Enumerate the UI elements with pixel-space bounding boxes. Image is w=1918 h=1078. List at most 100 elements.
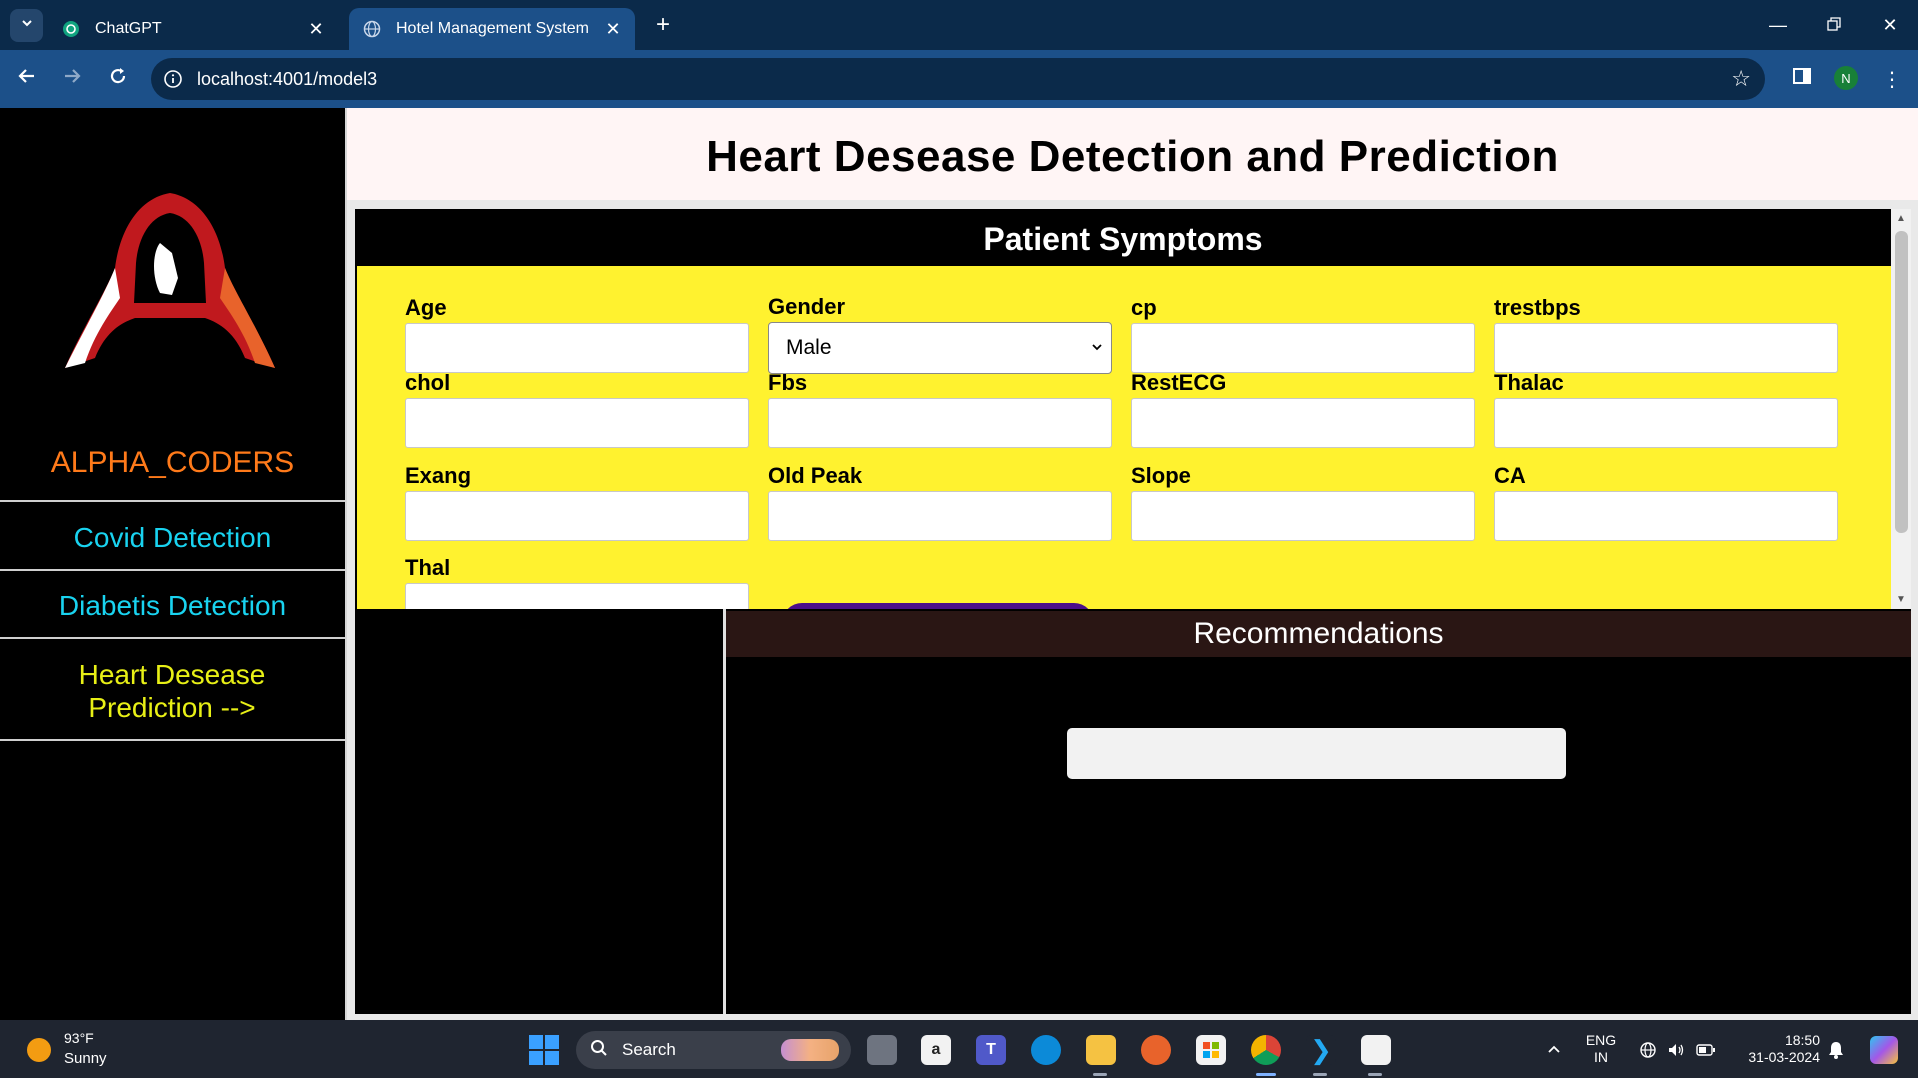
ca-field: CA xyxy=(1494,463,1838,541)
firefox-icon[interactable] xyxy=(1141,1035,1171,1065)
chevron-down-icon xyxy=(1091,323,1103,373)
running-indicator xyxy=(1313,1073,1327,1076)
file-explorer-icon[interactable] xyxy=(1086,1035,1116,1065)
side-panel-button[interactable] xyxy=(1787,64,1817,94)
recommendations-output xyxy=(1067,728,1566,779)
edge-icon[interactable] xyxy=(1031,1035,1061,1065)
slope-input[interactable] xyxy=(1131,491,1475,541)
old-peak-field: Old Peak xyxy=(768,463,1112,541)
clock-time: 18:50 xyxy=(1784,1032,1820,1048)
chol-input[interactable] xyxy=(405,398,749,448)
plus-icon: + xyxy=(655,11,670,38)
minimize-icon: — xyxy=(1769,14,1787,35)
amazon-icon[interactable]: a xyxy=(921,1035,951,1065)
trestbps-input[interactable] xyxy=(1494,323,1838,373)
battery-icon[interactable] xyxy=(1696,1040,1716,1060)
more-vert-icon: ⋮ xyxy=(1882,68,1902,91)
exang-input[interactable] xyxy=(405,491,749,541)
close-icon: ✕ xyxy=(1882,14,1898,35)
address-bar[interactable]: localhost:4001/model3 ☆ xyxy=(151,58,1765,100)
bookmark-star-icon[interactable]: ☆ xyxy=(1731,66,1751,92)
browser-menu-button[interactable]: ⋮ xyxy=(1877,64,1907,94)
vscode-icon[interactable]: ❯ xyxy=(1306,1035,1336,1065)
age-input[interactable] xyxy=(405,323,749,373)
url-text[interactable]: localhost:4001/model3 xyxy=(197,69,377,90)
gender-select[interactable]: Male xyxy=(768,322,1112,374)
scroll-down-icon[interactable]: ▼ xyxy=(1896,594,1906,605)
age-field: Age xyxy=(405,295,749,373)
thalac-input[interactable] xyxy=(1494,398,1838,448)
task-view-icon[interactable] xyxy=(867,1035,897,1065)
notification-bell-icon[interactable] xyxy=(1826,1040,1846,1060)
taskbar-search[interactable]: Search xyxy=(576,1031,851,1069)
form-scrollbar[interactable]: ▲ ▼ xyxy=(1891,209,1911,609)
chol-field: chol xyxy=(405,370,749,448)
cp-input[interactable] xyxy=(1131,323,1475,373)
field-label: Gender xyxy=(768,294,846,319)
sidebar-item-diabetis-detection[interactable]: Diabetis Detection xyxy=(0,589,345,622)
forward-button[interactable] xyxy=(57,64,87,94)
reload-button[interactable] xyxy=(103,64,133,94)
fbs-field: Fbs xyxy=(768,370,1112,448)
thal-input[interactable] xyxy=(405,583,749,609)
start-button[interactable] xyxy=(529,1035,559,1065)
sidebar-item-covid-detection[interactable]: Covid Detection xyxy=(0,521,345,554)
fbs-input[interactable] xyxy=(768,398,1112,448)
restore-icon xyxy=(1827,15,1841,36)
search-highlight-image xyxy=(781,1039,839,1061)
field-label: Exang xyxy=(405,463,472,488)
running-indicator xyxy=(1368,1073,1382,1076)
clock-date: 31-03-2024 xyxy=(1748,1049,1820,1065)
result-left-panel xyxy=(355,609,723,1014)
restecg-input[interactable] xyxy=(1131,398,1475,448)
gender-field: Gender Male xyxy=(768,294,1112,374)
weather-temperature[interactable]: 93°F xyxy=(64,1030,94,1046)
windows-taskbar: 93°F Sunny Search a T ❯ ENG IN 18:50 31-… xyxy=(0,1020,1918,1078)
tab-search-button[interactable] xyxy=(10,9,43,42)
browser-tab-bar: ChatGPT ✕ Hotel Management System ✕ + — … xyxy=(0,0,1918,50)
patient-symptoms-panel[interactable]: Patient Symptoms Age Gender Male cp tres… xyxy=(355,209,1911,609)
arrow-right-icon xyxy=(62,66,82,92)
browser-toolbar: localhost:4001/model3 ☆ ⋮ xyxy=(0,50,1918,108)
snipping-tool-icon[interactable] xyxy=(1361,1035,1391,1065)
chrome-icon[interactable] xyxy=(1251,1035,1281,1065)
windows-logo-icon xyxy=(529,1035,543,1049)
clock[interactable]: 18:50 31-03-2024 xyxy=(1734,1032,1820,1066)
language-indicator[interactable]: ENG IN xyxy=(1583,1032,1619,1066)
field-label: Slope xyxy=(1131,463,1191,488)
sidebar-item-heart-desease-prediction[interactable]: Heart Desease Prediction --> xyxy=(62,658,282,724)
tab-title: ChatGPT xyxy=(95,20,162,37)
sidebar-divider xyxy=(0,500,345,502)
teams-icon[interactable]: T xyxy=(976,1035,1006,1065)
sidebar: ALPHA_CODERS Covid Detection Diabetis De… xyxy=(0,108,345,1020)
field-label: RestECG xyxy=(1131,370,1227,395)
ca-input[interactable] xyxy=(1494,491,1838,541)
new-tab-button[interactable]: + xyxy=(650,11,676,38)
close-window-button[interactable]: ✕ xyxy=(1862,8,1918,42)
tab-hotel-management-system[interactable]: Hotel Management System ✕ xyxy=(349,8,635,50)
microsoft-store-icon[interactable] xyxy=(1196,1035,1226,1065)
restore-button[interactable] xyxy=(1806,8,1862,42)
chevron-down-icon xyxy=(20,16,34,35)
close-tab-icon[interactable]: ✕ xyxy=(302,15,330,43)
scroll-up-icon[interactable]: ▲ xyxy=(1896,213,1906,224)
field-label: Fbs xyxy=(768,370,808,395)
slope-field: Slope xyxy=(1131,463,1475,541)
sun-icon[interactable] xyxy=(27,1038,51,1062)
chevron-up-icon[interactable] xyxy=(1544,1040,1564,1060)
tab-chatgpt[interactable]: ChatGPT ✕ xyxy=(48,8,338,50)
network-icon[interactable] xyxy=(1638,1040,1658,1060)
active-app-indicator xyxy=(1256,1073,1276,1076)
site-info-icon[interactable] xyxy=(161,67,185,91)
minimize-button[interactable]: — xyxy=(1750,8,1806,42)
weather-condition[interactable]: Sunny xyxy=(64,1050,107,1067)
close-tab-icon[interactable]: ✕ xyxy=(599,15,627,43)
back-button[interactable] xyxy=(12,64,42,94)
scrollbar-thumb[interactable] xyxy=(1895,231,1908,533)
old-peak-input[interactable] xyxy=(768,491,1112,541)
volume-icon[interactable] xyxy=(1666,1040,1686,1060)
copilot-icon[interactable] xyxy=(1870,1036,1898,1064)
chatgpt-icon xyxy=(61,19,81,39)
recommendations-title: Recommendations xyxy=(726,611,1911,657)
profile-avatar[interactable]: N xyxy=(1834,66,1858,90)
